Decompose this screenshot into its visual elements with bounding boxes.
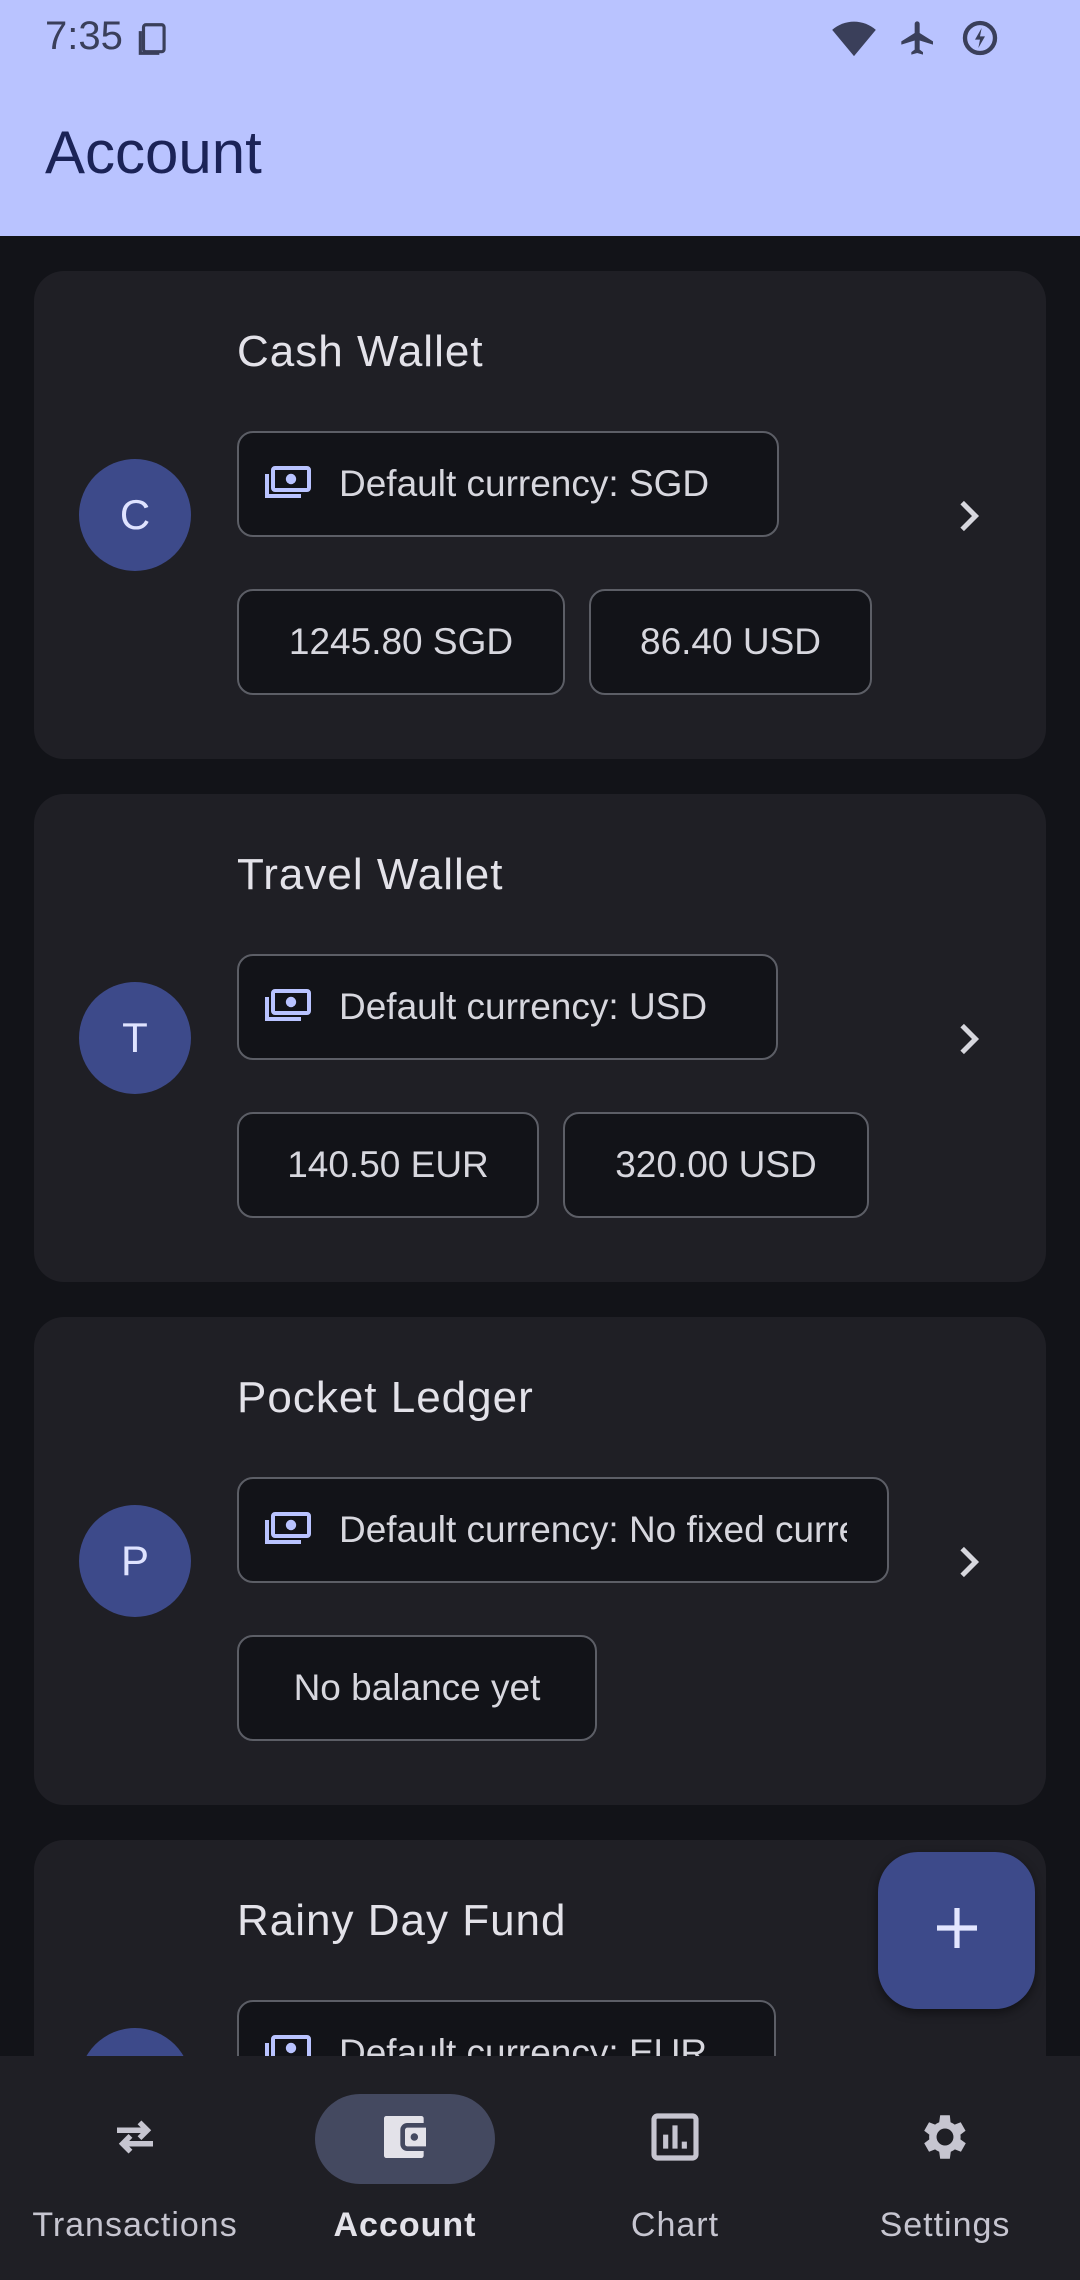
payments-icon: [265, 983, 313, 1032]
default-currency-chip[interactable]: Default currency: EUR: [237, 2000, 776, 2056]
account-name: Pocket Ledger: [237, 1373, 534, 1422]
nav-indicator: [585, 2094, 765, 2184]
account-name: Travel Wallet: [237, 850, 504, 899]
nav-indicator: [855, 2094, 1035, 2184]
nav-label: Chart: [630, 2206, 720, 2244]
payments-icon: [265, 1506, 313, 1555]
balance-chip: 320.00 USD: [563, 1112, 869, 1218]
avatar: C: [79, 459, 191, 571]
status-time: 7:35: [45, 14, 123, 58]
page-title: Account: [45, 119, 262, 186]
balance-chip: 86.40 USD: [589, 589, 872, 695]
bar-chart-icon: [647, 2109, 703, 2170]
wallet-icon: [377, 2109, 433, 2170]
default-currency-label: Default currency: SGD: [339, 463, 710, 504]
nav-item-transactions[interactable]: Transactions: [0, 2056, 270, 2280]
nav-label: Settings: [879, 2206, 1011, 2244]
chevron-right-icon[interactable]: [948, 1542, 988, 1582]
status-bar: 7:35: [0, 0, 1080, 78]
default-currency-chip[interactable]: Default currency: USD: [237, 954, 778, 1060]
plus-icon: [933, 1904, 981, 1957]
swap-arrows-icon: [108, 2110, 162, 2169]
airplane-icon: [898, 18, 938, 63]
top-app-bar: 7:35 Account: [0, 0, 1080, 236]
wifi-icon: [832, 18, 876, 63]
account-name: Cash Wallet: [237, 327, 484, 376]
default-currency-label: Default currency: No fixed currency: [339, 1509, 847, 1550]
gear-icon: [916, 2108, 974, 2171]
nav-item-account[interactable]: Account: [270, 2056, 540, 2280]
payments-icon: [265, 460, 313, 509]
notification-icon: [134, 20, 172, 63]
account-card[interactable]: C Cash Wallet Default currency: SGD 1245…: [34, 271, 1046, 759]
nav-item-chart[interactable]: Chart: [540, 2056, 810, 2280]
bottom-navigation: Transactions Account Chart Settings: [0, 2056, 1080, 2280]
default-currency-chip[interactable]: Default currency: No fixed currency: [237, 1477, 889, 1583]
add-account-button[interactable]: [878, 1852, 1035, 2009]
default-currency-label: Default currency: USD: [339, 986, 708, 1027]
chevron-right-icon[interactable]: [948, 1019, 988, 1059]
avatar: T: [79, 982, 191, 1094]
avatar: R: [79, 2028, 191, 2056]
balance-chip: 1245.80 SGD: [237, 589, 565, 695]
chevron-right-icon[interactable]: [948, 496, 988, 536]
payments-icon: [265, 2029, 313, 2056]
avatar: P: [79, 1505, 191, 1617]
nav-label: Transactions: [32, 2206, 238, 2244]
account-card[interactable]: P Pocket Ledger Default currency: No fix…: [34, 1317, 1046, 1805]
nav-label: Account: [333, 2206, 477, 2244]
account-list[interactable]: C Cash Wallet Default currency: SGD 1245…: [0, 236, 1080, 2056]
account-name: Rainy Day Fund: [237, 1896, 567, 1945]
account-card[interactable]: T Travel Wallet Default currency: USD 14…: [34, 794, 1046, 1282]
nav-indicator: [315, 2094, 495, 2184]
status-icons: [832, 18, 1000, 63]
balance-chip: 140.50 EUR: [237, 1112, 539, 1218]
nav-indicator: [45, 2094, 225, 2184]
nav-item-settings[interactable]: Settings: [810, 2056, 1080, 2280]
battery-saver-icon: [960, 18, 1000, 63]
balance-chip: No balance yet: [237, 1635, 597, 1741]
default-currency-chip[interactable]: Default currency: SGD: [237, 431, 779, 537]
default-currency-label: Default currency: EUR: [339, 2032, 708, 2056]
